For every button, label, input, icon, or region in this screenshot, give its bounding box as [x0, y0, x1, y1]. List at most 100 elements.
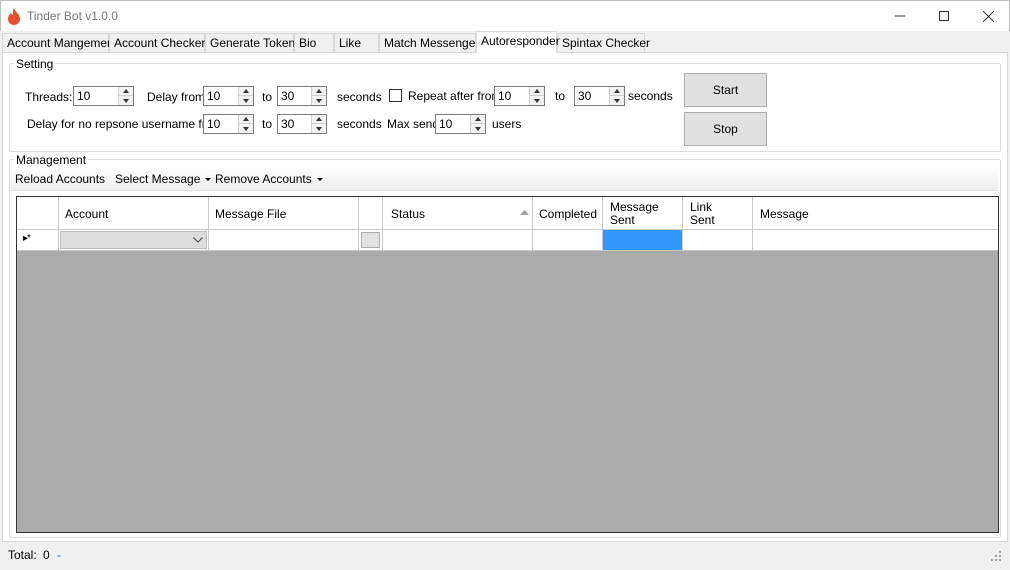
total-label: Total: — [8, 548, 37, 562]
reload-accounts-button[interactable]: Reload Accounts — [15, 172, 105, 186]
tab-account-checker[interactable]: Account Checker — [109, 33, 205, 53]
spin-up-icon[interactable] — [239, 115, 253, 124]
message-file-cell[interactable] — [209, 230, 359, 251]
column-header-completed[interactable]: Completed — [533, 197, 603, 230]
browse-cell[interactable] — [359, 230, 383, 251]
spin-down-icon[interactable] — [471, 124, 485, 133]
repeat-to-stepper[interactable]: 30 — [574, 86, 625, 106]
repeat-unit-label: seconds — [628, 89, 673, 103]
noresp-from-stepper[interactable]: 10 — [203, 114, 254, 134]
link-sent-cell[interactable] — [683, 230, 753, 251]
column-header-account-label: Account — [65, 207, 109, 221]
status-extra: - — [57, 548, 61, 562]
spin-up-icon[interactable] — [530, 87, 544, 96]
noresp-to-label: to — [262, 117, 273, 131]
repeat-label: Repeat after from — [408, 89, 502, 103]
account-combobox-cell[interactable] — [59, 230, 209, 251]
close-button[interactable] — [965, 1, 1010, 31]
tab-bio[interactable]: Bio — [294, 33, 334, 53]
management-toolbar: Reload Accounts Select Message Remove Ac… — [10, 169, 998, 191]
new-row-header[interactable]: ▸* — [17, 230, 59, 251]
row-header-corner — [17, 197, 59, 230]
threads-label: Threads: — [25, 90, 73, 104]
spin-up-icon[interactable] — [119, 87, 133, 96]
resize-grip-icon[interactable] — [991, 551, 1002, 562]
column-header-account[interactable]: Account — [59, 197, 209, 230]
tab-account-management[interactable]: Account Mangement — [2, 33, 117, 53]
minimize-button[interactable] — [877, 1, 923, 31]
spin-up-icon[interactable] — [312, 115, 326, 124]
max-send-unit-label: users — [492, 117, 522, 131]
select-message-label: Select Message — [115, 172, 201, 186]
delay-to-stepper[interactable]: 30 — [277, 86, 327, 106]
max-send-label: Max send — [387, 117, 440, 131]
repeat-from-stepper[interactable]: 10 — [494, 86, 545, 106]
spin-down-icon[interactable] — [239, 96, 253, 105]
minimize-icon — [895, 15, 905, 17]
tab-spintax-checker[interactable]: Spintax Checker — [557, 33, 650, 53]
tab-autoresponder[interactable]: Autoresponder — [476, 31, 560, 53]
noresp-to-stepper[interactable]: 30 — [277, 114, 327, 134]
message-cell[interactable] — [753, 230, 998, 251]
spin-down-icon[interactable] — [312, 124, 326, 133]
spin-down-icon[interactable] — [530, 96, 544, 105]
noresp-label: Delay for no repsone username from — [27, 117, 223, 131]
threads-stepper[interactable]: 10 — [73, 86, 134, 106]
tab-match-messenger[interactable]: Match Messenger — [379, 33, 479, 53]
column-header-message-file-label: Message File — [215, 207, 287, 221]
message-sent-cell-selected[interactable] — [603, 230, 683, 251]
maximize-icon — [939, 11, 949, 21]
management-group-title: Management — [14, 153, 89, 167]
sort-ascending-icon — [520, 210, 529, 215]
column-header-message-file[interactable]: Message File — [209, 197, 359, 230]
spin-up-icon[interactable] — [312, 87, 326, 96]
browse-file-button[interactable] — [361, 232, 380, 248]
repeat-checkbox[interactable] — [389, 89, 402, 102]
delay-from-value: 10 — [207, 89, 221, 103]
column-header-message-sent[interactable]: Message Sent — [603, 197, 683, 230]
spin-down-icon[interactable] — [239, 124, 253, 133]
setting-group — [9, 63, 1001, 152]
column-header-button[interactable] — [359, 197, 383, 230]
column-header-status[interactable]: Status — [383, 197, 533, 230]
flame-icon — [8, 8, 20, 25]
stop-button[interactable]: Stop — [684, 112, 767, 146]
start-button[interactable]: Start — [684, 73, 767, 107]
spin-up-icon[interactable] — [610, 87, 624, 96]
noresp-unit-label: seconds — [337, 117, 382, 131]
delay-to-label: to — [262, 90, 273, 104]
column-header-link-sent[interactable]: Link Sent — [683, 197, 753, 230]
spin-up-icon[interactable] — [239, 87, 253, 96]
remove-accounts-dropdown[interactable]: Remove Accounts — [215, 172, 323, 186]
new-row-marker-icon: ▸* — [23, 233, 31, 244]
max-send-stepper[interactable]: 10 — [435, 114, 486, 134]
select-message-dropdown[interactable]: Select Message — [115, 172, 212, 186]
tab-strip: Account Mangement Account Checker Genera… — [0, 31, 1010, 53]
delay-from-stepper[interactable]: 10 — [203, 86, 254, 106]
noresp-from-value: 10 — [207, 117, 221, 131]
repeat-to-label: to — [555, 89, 566, 103]
total-value: 0 — [43, 548, 50, 562]
maximize-button[interactable] — [921, 1, 967, 31]
spin-down-icon[interactable] — [119, 96, 133, 105]
close-icon — [982, 10, 994, 22]
column-header-status-label: Status — [391, 207, 426, 221]
tab-like[interactable]: Like — [334, 33, 379, 53]
spin-up-icon[interactable] — [471, 115, 485, 124]
column-header-message-sent-line2: Sent — [610, 213, 635, 227]
column-header-message[interactable]: Message — [753, 197, 998, 230]
delay-to-value: 30 — [281, 89, 295, 103]
repeat-to-value: 30 — [578, 89, 592, 103]
title-bar: Tinder Bot v1.0.0 — [0, 0, 1010, 31]
tab-generate-token[interactable]: Generate Token — [205, 33, 295, 53]
spin-down-icon[interactable] — [610, 96, 624, 105]
spin-down-icon[interactable] — [312, 96, 326, 105]
column-header-completed-label: Completed — [539, 207, 598, 221]
delay-from-label: Delay from — [147, 90, 206, 104]
accounts-grid[interactable]: Account Message File Status Completed Me… — [16, 196, 999, 533]
status-cell[interactable] — [383, 230, 533, 251]
chevron-down-icon — [316, 178, 323, 182]
status-bar: Total: 0 - — [0, 544, 1010, 570]
account-combobox[interactable] — [60, 231, 207, 249]
completed-cell[interactable] — [533, 230, 603, 251]
